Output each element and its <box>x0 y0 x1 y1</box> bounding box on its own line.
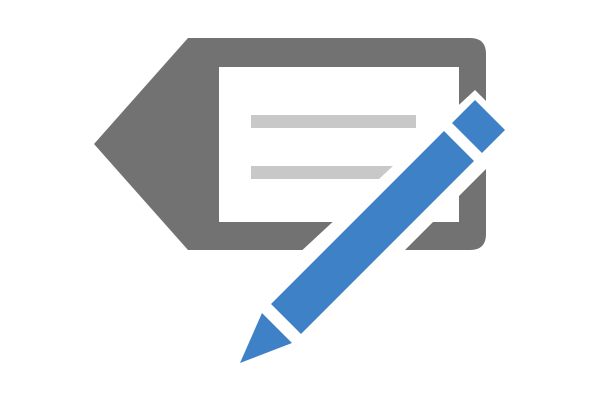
tag-text-line <box>251 115 416 128</box>
edit-tag-icon <box>94 38 520 374</box>
icon-canvas <box>0 0 600 400</box>
